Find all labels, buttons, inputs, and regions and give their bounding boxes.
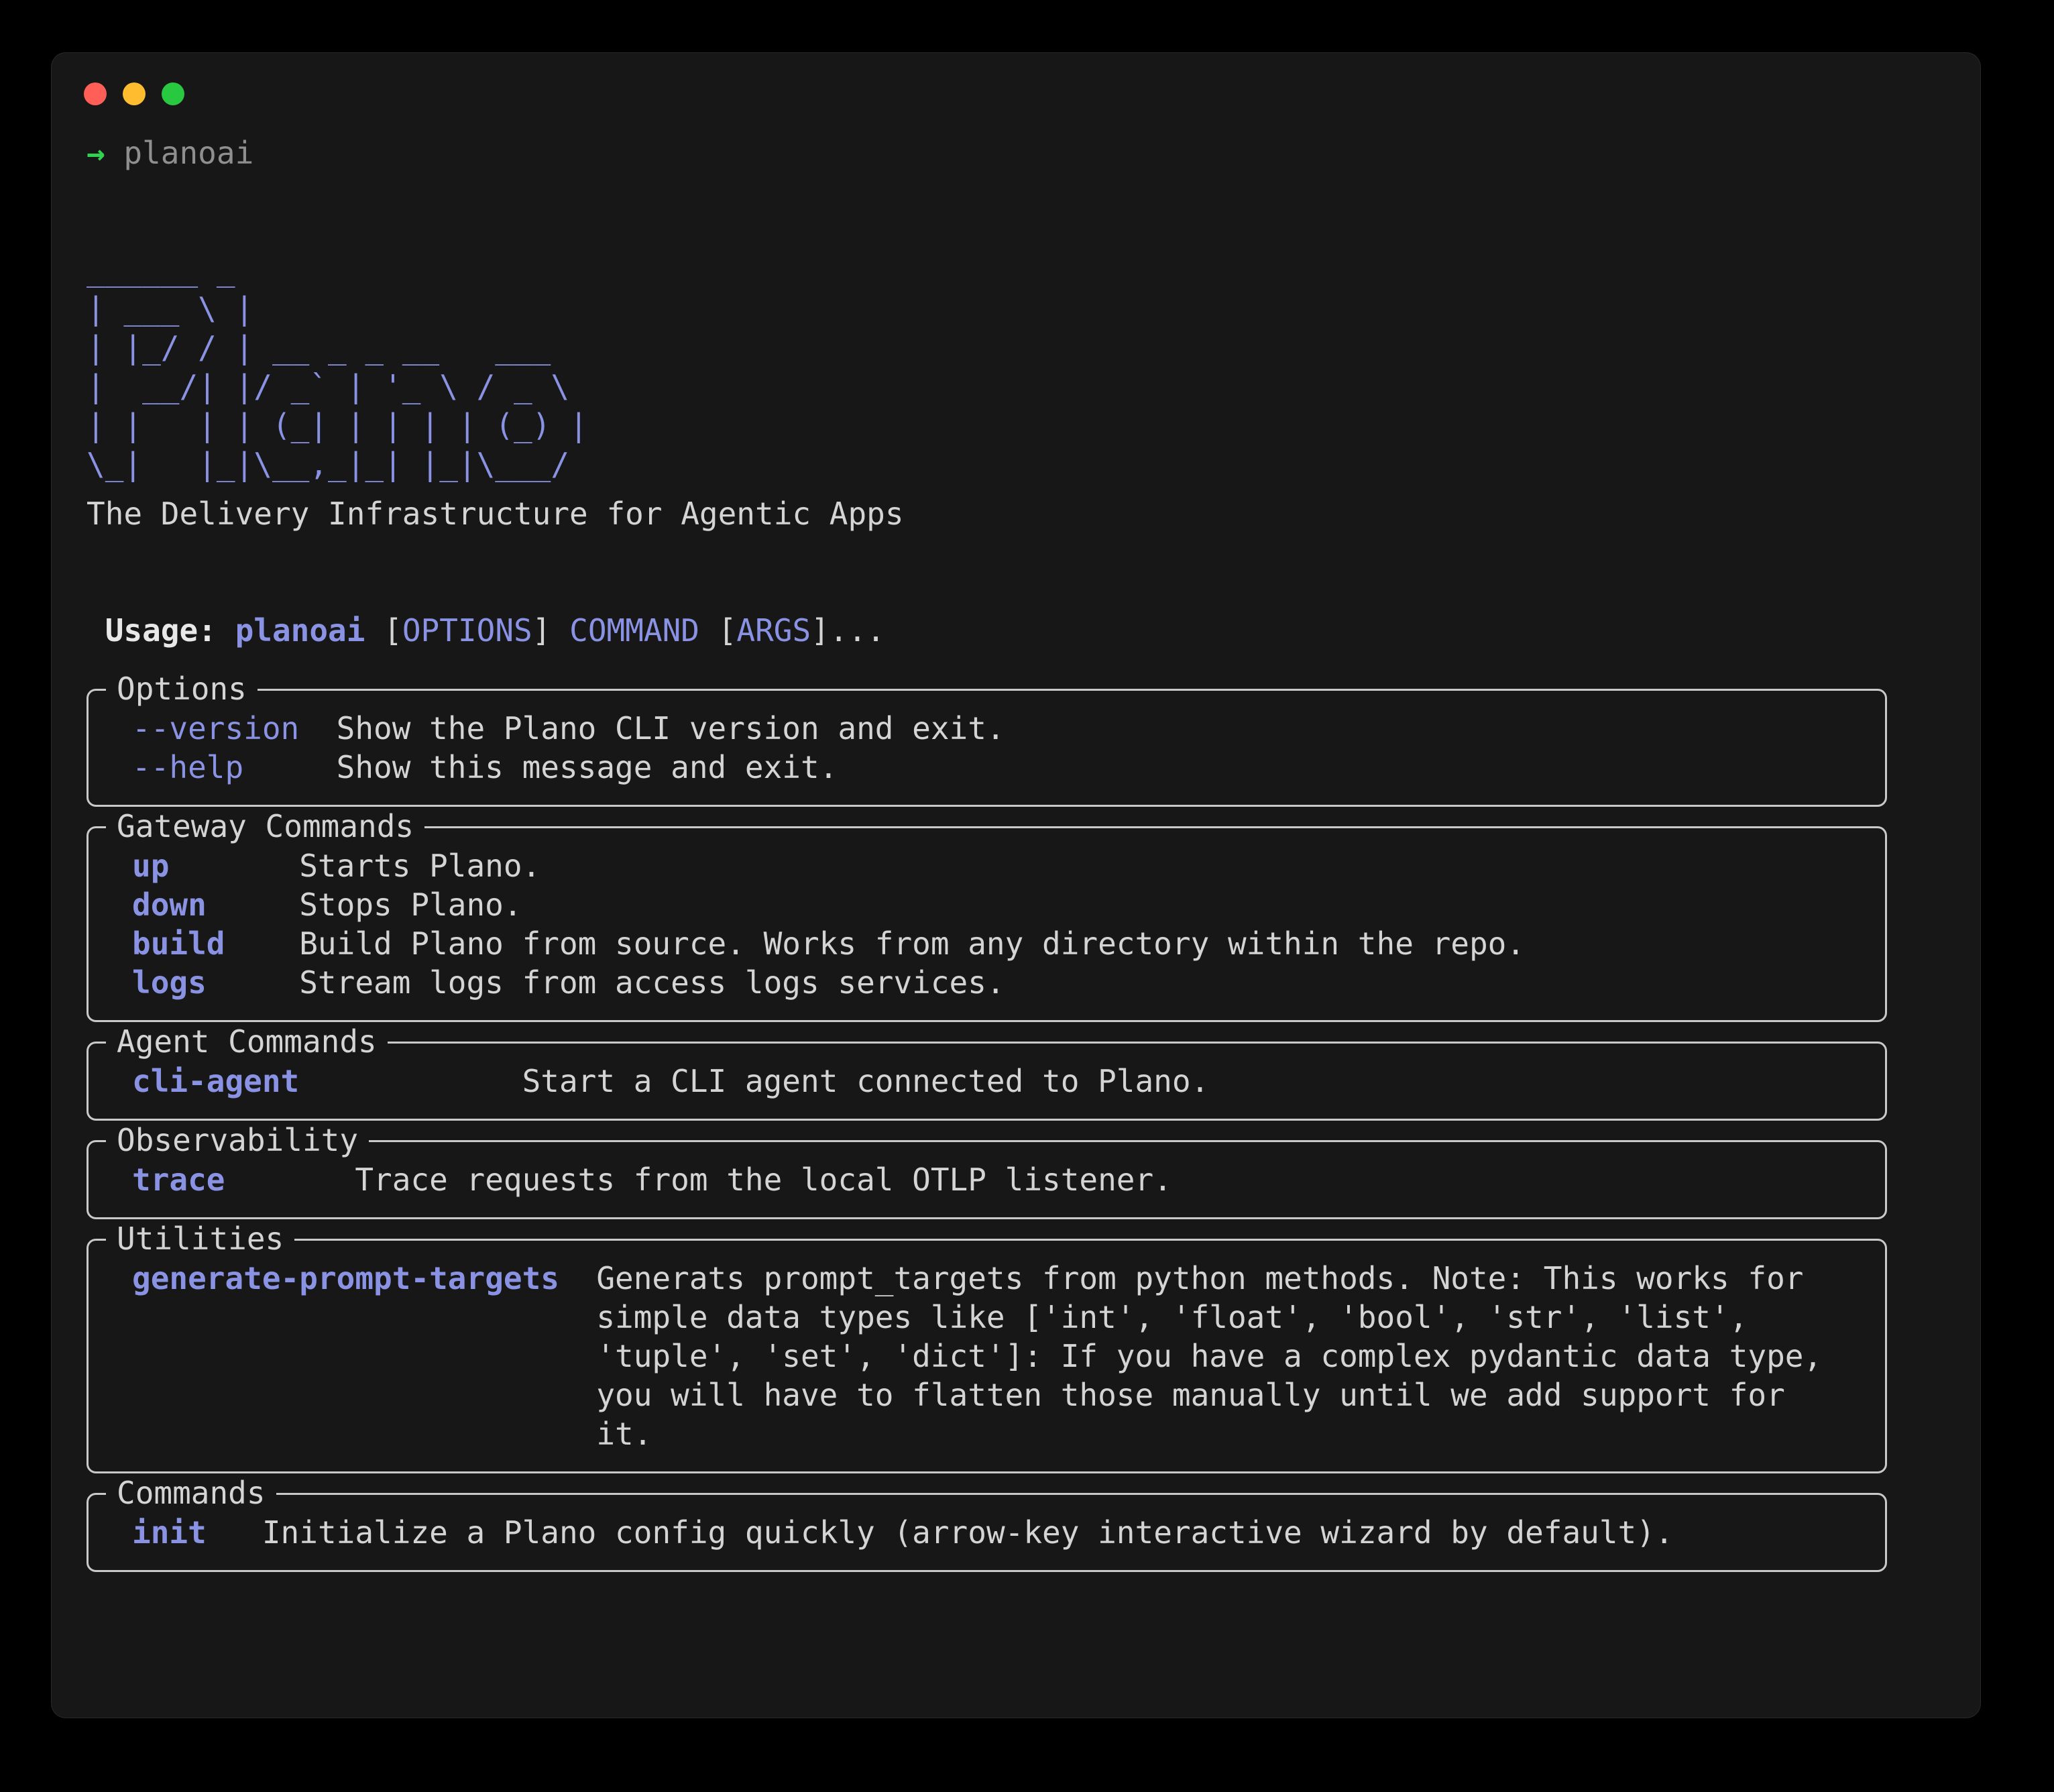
command-description: Start a CLI agent connected to Plano.: [522, 1062, 1858, 1101]
command-description: Stream logs from access logs services.: [299, 963, 1858, 1002]
panel-title: Utilities: [106, 1219, 294, 1258]
command-name: up: [132, 846, 299, 885]
panel-gateway-commands: Gateway Commands up Starts Plano. down S…: [87, 826, 1887, 1022]
command-row: generate-prompt-targets Generats prompt_…: [132, 1259, 1858, 1453]
panel-utilities: Utilities generate-prompt-targets Genera…: [87, 1239, 1887, 1473]
option-row: --help Show this message and exit.: [132, 748, 1858, 787]
command-description: Starts Plano.: [299, 846, 1858, 885]
command-name: trace: [132, 1160, 355, 1199]
help-panels: Options --version Show the Plano CLI ver…: [87, 689, 1951, 1572]
command-row: cli-agent Start a CLI agent connected to…: [132, 1062, 1858, 1101]
panel-commands: Commands init Initialize a Plano config …: [87, 1493, 1887, 1572]
usage-label: Usage:: [105, 612, 217, 649]
tagline: The Delivery Infrastructure for Agentic …: [87, 494, 1951, 533]
command-name: init: [132, 1513, 262, 1552]
option-description: Show this message and exit.: [337, 748, 1858, 787]
command-row: up Starts Plano.: [132, 846, 1858, 885]
args-bracket-open: [: [718, 612, 737, 649]
command-name: build: [132, 924, 299, 963]
panel-title: Commands: [106, 1473, 276, 1512]
panel-title: Gateway Commands: [106, 807, 424, 846]
command-description: Initialize a Plano config quickly (arrow…: [262, 1513, 1858, 1552]
options-bracket-close: ]: [532, 612, 551, 649]
terminal-content[interactable]: → planoai ______ _ | ___ \ | | |_/ / | _…: [52, 53, 1980, 1718]
shell-prompt: → planoai: [87, 133, 1951, 172]
terminal-window: → planoai ______ _ | ___ \ | | |_/ / | _…: [51, 52, 1981, 1718]
command-row: build Build Plano from source. Works fro…: [132, 924, 1858, 963]
command-name: logs: [132, 963, 299, 1002]
command-description: Stops Plano.: [299, 885, 1858, 924]
panel-options: Options --version Show the Plano CLI ver…: [87, 689, 1887, 807]
panel-title: Observability: [106, 1121, 369, 1160]
panel-title: Agent Commands: [106, 1022, 388, 1061]
usage-args: ARGS: [736, 612, 811, 649]
args-bracket-close: ]: [811, 612, 830, 649]
prompt-command: planoai: [123, 135, 253, 171]
option-name: --help: [132, 748, 337, 787]
usage-options: OPTIONS: [402, 612, 532, 649]
command-description: Generats prompt_targets from python meth…: [596, 1259, 1858, 1453]
command-description: Build Plano from source. Works from any …: [299, 924, 1858, 963]
ascii-logo: ______ _ | ___ \ | | |_/ / | __ _ _ __ _…: [87, 250, 1951, 484]
option-name: --version: [132, 709, 337, 748]
option-description: Show the Plano CLI version and exit.: [337, 709, 1858, 748]
panel-agent-commands: Agent Commands cli-agent Start a CLI age…: [87, 1042, 1887, 1121]
command-row: trace Trace requests from the local OTLP…: [132, 1160, 1858, 1199]
command-name: down: [132, 885, 299, 924]
command-name: generate-prompt-targets: [132, 1259, 596, 1298]
command-row: init Initialize a Plano config quickly (…: [132, 1513, 1858, 1552]
option-row: --version Show the Plano CLI version and…: [132, 709, 1858, 748]
prompt-arrow-icon: →: [87, 135, 105, 171]
panel-observability: Observability trace Trace requests from …: [87, 1140, 1887, 1219]
command-name: cli-agent: [132, 1062, 522, 1101]
options-bracket-open: [: [384, 612, 402, 649]
command-row: down Stops Plano.: [132, 885, 1858, 924]
usage-command-placeholder: COMMAND: [569, 612, 699, 649]
command-row: logs Stream logs from access logs servic…: [132, 963, 1858, 1002]
command-description: Trace requests from the local OTLP liste…: [355, 1160, 1858, 1199]
usage-ellipsis: ...: [830, 612, 885, 649]
panel-title: Options: [106, 669, 258, 708]
usage-command: planoai: [235, 612, 365, 649]
usage-line: Usage: planoai [OPTIONS] COMMAND [ARGS].…: [87, 611, 1951, 650]
